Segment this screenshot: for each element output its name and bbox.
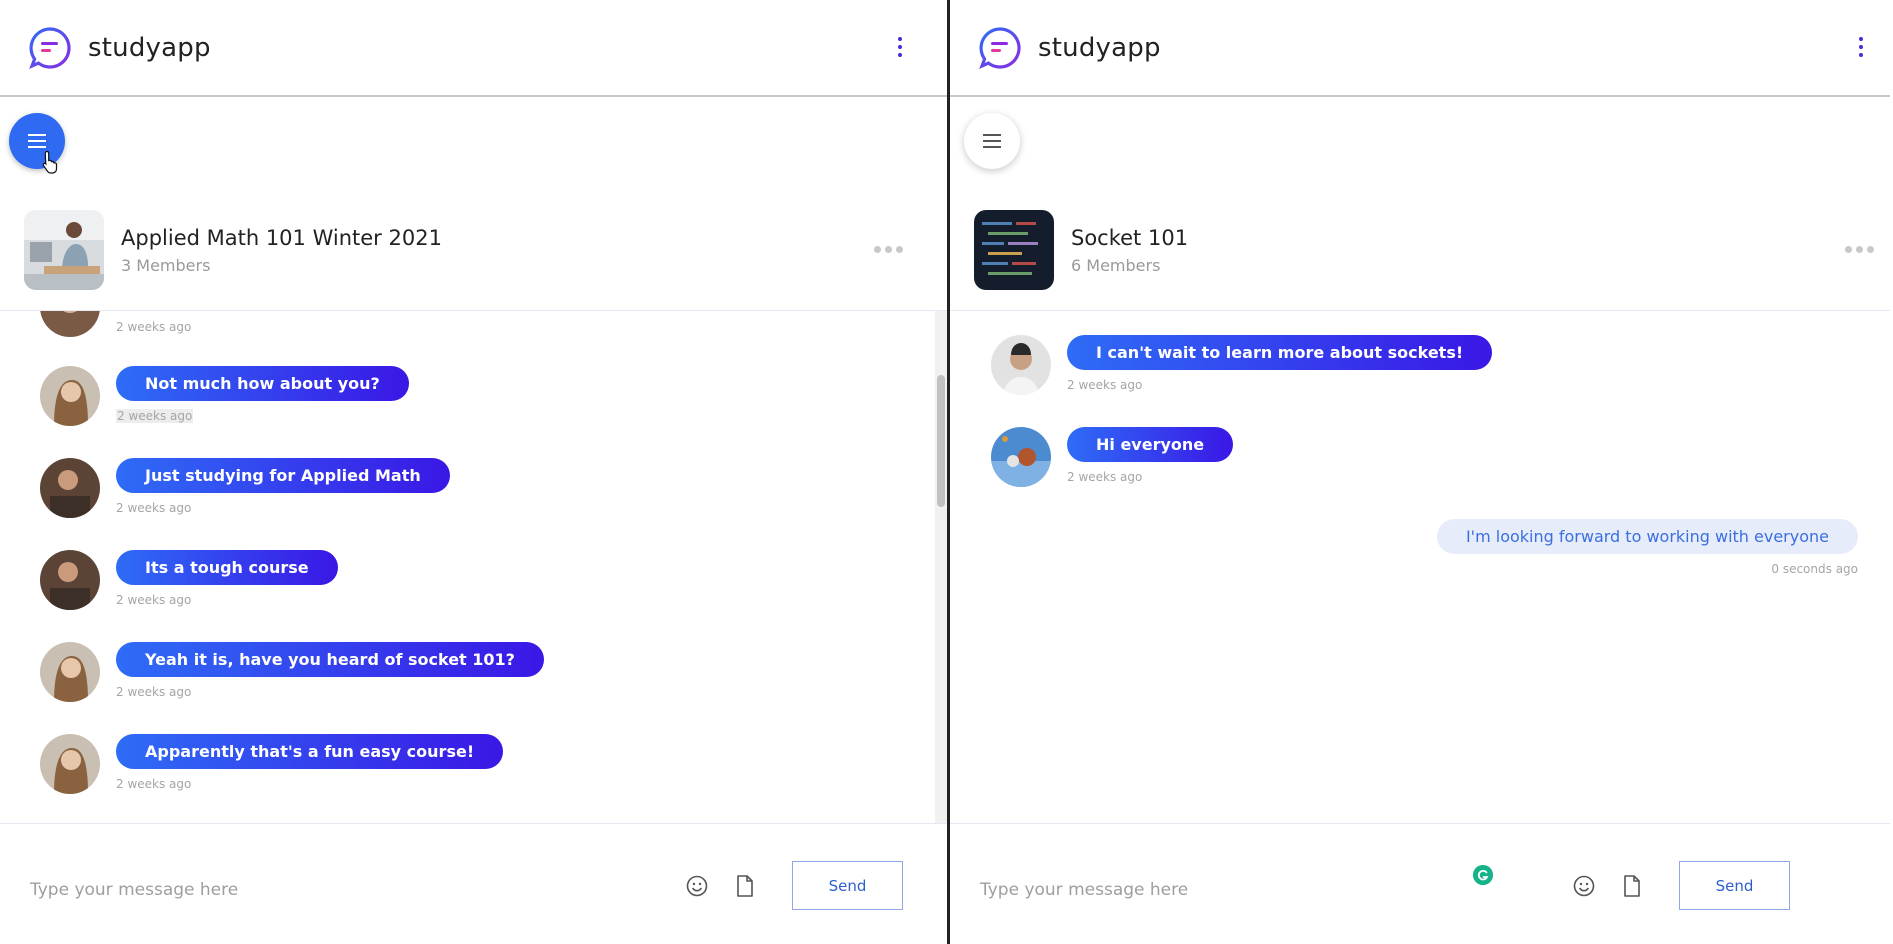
message-item: Apparently that's a fun easy course! 2 w… xyxy=(40,734,504,794)
avatar xyxy=(40,734,100,794)
smiley-icon[interactable] xyxy=(685,874,709,898)
message-scrollbar[interactable] xyxy=(935,311,947,823)
message-list[interactable]: 2 weeks ago Not much how about you? 2 we… xyxy=(0,311,947,823)
group-info: Applied Math 101 Winter 2021 3 Members xyxy=(121,226,442,275)
group-name: Socket 101 xyxy=(1071,226,1189,250)
group-name: Applied Math 101 Winter 2021 xyxy=(121,226,442,250)
group-options-icon[interactable] xyxy=(1845,246,1874,253)
app-screen: studyapp Applied Math 101 Winter 2021 3 … xyxy=(0,0,1893,944)
own-message-item: I'm looking forward to working with ever… xyxy=(1436,519,1858,576)
smiley-icon[interactable] xyxy=(1572,874,1596,898)
send-button[interactable]: Send xyxy=(792,861,903,910)
message-bubble: Yeah it is, have you heard of socket 101… xyxy=(116,642,544,677)
app-header: studyapp xyxy=(950,0,1890,97)
menu-toggle-button[interactable] xyxy=(964,113,1020,169)
message-item: Hi everyone 2 weeks ago xyxy=(991,427,1234,487)
message-composer: Send xyxy=(950,823,1890,944)
message-time: 2 weeks ago xyxy=(116,685,192,699)
grammarly-icon[interactable] xyxy=(1473,865,1493,885)
avatar xyxy=(40,458,100,518)
message-time: 2 weeks ago xyxy=(116,320,192,334)
avatar xyxy=(991,427,1051,487)
message-time: 2 weeks ago xyxy=(1067,378,1143,392)
message-bubble: I can't wait to learn more about sockets… xyxy=(1067,335,1493,370)
file-icon[interactable] xyxy=(734,874,756,898)
file-icon[interactable] xyxy=(1621,874,1643,898)
brand-name: studyapp xyxy=(1038,32,1161,63)
group-header: Socket 101 6 Members xyxy=(974,210,1890,310)
pointer-cursor-icon xyxy=(42,150,58,174)
message-time: 2 weeks ago xyxy=(116,409,194,423)
message-input[interactable] xyxy=(980,880,1540,900)
message-time: 2 weeks ago xyxy=(116,593,192,607)
avatar xyxy=(40,642,100,702)
avatar xyxy=(40,311,100,337)
app-header: studyapp xyxy=(0,0,947,97)
group-thumbnail[interactable] xyxy=(974,210,1054,290)
message-composer: Send xyxy=(0,823,947,944)
group-member-count: 6 Members xyxy=(1071,256,1161,275)
message-item: Not much how about you? 2 weeks ago xyxy=(40,366,409,426)
avatar xyxy=(991,335,1051,395)
group-member-count: 3 Members xyxy=(121,256,211,275)
message-item: Just studying for Applied Math 2 weeks a… xyxy=(40,458,450,518)
group-header: Applied Math 101 Winter 2021 3 Members xyxy=(24,210,947,310)
group-info: Socket 101 6 Members xyxy=(1071,226,1188,275)
hamburger-icon xyxy=(28,134,46,148)
message-time: 2 weeks ago xyxy=(1067,470,1143,484)
chat-pane-right: studyapp Socket 101 6 Members I can't wa… xyxy=(950,0,1890,944)
group-options-icon[interactable] xyxy=(874,246,903,253)
message-bubble: Apparently that's a fun easy course! xyxy=(116,734,504,769)
hamburger-icon xyxy=(983,134,1001,148)
message-item: 2 weeks ago xyxy=(40,311,191,337)
message-time: 2 weeks ago xyxy=(116,501,192,515)
message-item: Its a tough course 2 weeks ago xyxy=(40,550,338,610)
kebab-icon[interactable] xyxy=(1854,34,1868,60)
group-thumbnail[interactable] xyxy=(24,210,104,290)
message-item: Yeah it is, have you heard of socket 101… xyxy=(40,642,544,702)
message-time: 0 seconds ago xyxy=(1771,562,1858,576)
message-bubble: Hi everyone xyxy=(1067,427,1234,462)
message-bubble: Not much how about you? xyxy=(116,366,409,401)
studyapp-logo-icon xyxy=(979,26,1021,69)
studyapp-logo-icon xyxy=(29,26,71,69)
message-bubble: Its a tough course xyxy=(116,550,338,585)
message-bubble: I'm looking forward to working with ever… xyxy=(1436,519,1858,554)
message-time: 2 weeks ago xyxy=(116,777,192,791)
avatar xyxy=(40,366,100,426)
chat-pane-left: studyapp Applied Math 101 Winter 2021 3 … xyxy=(0,0,950,944)
send-button[interactable]: Send xyxy=(1679,861,1790,910)
brand-name: studyapp xyxy=(88,32,211,63)
message-list[interactable]: I can't wait to learn more about sockets… xyxy=(950,311,1890,823)
message-item: I can't wait to learn more about sockets… xyxy=(991,335,1493,395)
message-bubble: Just studying for Applied Math xyxy=(116,458,450,493)
avatar xyxy=(40,550,100,610)
message-input[interactable] xyxy=(30,880,590,900)
scrollbar-thumb[interactable] xyxy=(937,375,945,507)
kebab-icon[interactable] xyxy=(893,34,907,60)
